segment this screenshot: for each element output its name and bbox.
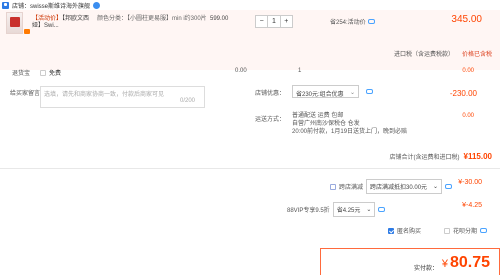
item-subtotal: 345.00 — [451, 14, 482, 25]
insurance-label: 退货宝 — [12, 71, 31, 77]
tax-row: 进口税（含运费税款） 价格已含税 — [394, 49, 492, 58]
huabei-label: 花呗分期 — [453, 229, 478, 235]
tax-label: 进口税（含运费税款） — [393, 52, 454, 58]
anonymous-label: 匿名购买 — [397, 229, 422, 235]
quantity-input[interactable]: 1 — [267, 16, 281, 27]
shipping-line-1: 普通配送 运费 包邮 — [292, 113, 344, 119]
vip-select[interactable]: 省4.25元 ⌄ — [332, 202, 376, 217]
section-divider — [0, 168, 500, 169]
shipping-line-3: 20:00前付款，1月19日送货上门，晚到必赔 — [292, 129, 408, 135]
cross-store-amount: ¥-30.00 — [458, 179, 482, 186]
coupon-info-icon[interactable] — [366, 89, 373, 94]
unit-price: 599.00 — [210, 16, 229, 22]
currency-symbol: ¥ — [441, 258, 448, 270]
cross-store-info-icon[interactable] — [445, 184, 453, 189]
vip-amount: ¥-4.25 — [462, 202, 482, 209]
insurance-option-label: 免费 — [49, 71, 62, 77]
shop-coupon-value: 省230元:组合优惠 — [296, 92, 344, 98]
shop-name-link[interactable]: swisse斯维诗海外旗舰 — [30, 1, 90, 10]
shop-total-label: 店铺合计(含运费和进口税) — [389, 155, 460, 161]
product-sku: 颜色分类：【小圆柱更易服】min i约300片 — [97, 16, 207, 22]
cross-store-label: 跨店满减 — [339, 185, 364, 191]
vip-info-icon[interactable] — [378, 207, 386, 212]
shipping-line-2: 自营广州南沙保税仓 仓发 — [292, 121, 360, 127]
quantity-stepper: − 1 + — [255, 15, 293, 28]
shop-coupon-amount: -230.00 — [449, 89, 477, 98]
shop-icon — [2, 1, 9, 9]
decrease-button[interactable]: − — [256, 16, 267, 27]
shipping-details: 普通配送 运费 包邮 自营广州南沙保税仓 仓发 20:00前付款，1月19日送货… — [292, 112, 442, 136]
huabei-info-icon[interactable] — [480, 228, 488, 233]
message-bubble-icon[interactable] — [367, 19, 375, 24]
insurance-price: 0.00 — [235, 68, 247, 74]
promo-tag: 【活动价】 — [32, 16, 63, 22]
product-title[interactable]: 【活动价】【邦欧文西娅】Swi... — [32, 16, 92, 30]
shipping-amount: 0.00 — [462, 113, 474, 119]
payment-amount: ¥80.75 — [442, 254, 490, 272]
chat-icon[interactable] — [93, 1, 101, 9]
shipping-label: 运送方式： — [255, 117, 286, 123]
chevron-down-icon: ⌄ — [366, 207, 372, 213]
discount-info: 省254:活动价 — [330, 17, 375, 26]
product-thumbnail[interactable] — [6, 12, 23, 34]
chevron-down-icon: ⌄ — [433, 184, 439, 190]
payment-label: 实付款： — [413, 266, 438, 272]
anonymous-checkbox[interactable] — [388, 227, 394, 234]
vip-value: 省4.25元 — [336, 208, 361, 214]
insurance-total: 0.00 — [462, 68, 474, 74]
shop-header: 店铺： swisse斯维诗海外旗舰 — [0, 0, 500, 10]
insurance-option[interactable]: 免费 — [40, 68, 61, 77]
shop-coupon-select[interactable]: 省230元:组合优惠 ⌄ — [292, 85, 359, 98]
cross-store-checkbox[interactable] — [330, 183, 336, 190]
increase-button[interactable]: + — [281, 16, 292, 27]
cross-store-value: 跨店满减抵扣30.00元 — [370, 185, 428, 191]
shop-coupon-label: 店铺优惠： — [255, 91, 286, 97]
shop-label: 店铺： — [12, 3, 31, 10]
insurance-checkbox[interactable] — [40, 69, 46, 76]
coupon-icon — [24, 29, 30, 34]
message-char-count: 0/200 — [180, 98, 196, 104]
vip-label: 88VIP专享9.5折 — [287, 208, 330, 214]
shop-total: 店铺合计(含运费和进口税) ¥115.00 — [390, 152, 492, 161]
vip-discount: 88VIP专享9.5折 省4.25元 ⌄ — [287, 202, 386, 217]
message-input[interactable]: 选填，请先和商家协商一致，付款后商家可见 — [40, 86, 205, 108]
chevron-down-icon: ⌄ — [349, 90, 355, 96]
shop-total-value: ¥115.00 — [463, 152, 492, 161]
insurance-qty: 1 — [298, 68, 302, 74]
discount-text: 省254:活动价 — [330, 20, 366, 26]
cross-store-discount: 跨店满减 跨店满减抵扣30.00元 ⌄ — [330, 179, 453, 194]
anonymous-option[interactable]: 匿名购买 — [388, 226, 421, 235]
cross-store-select[interactable]: 跨店满减抵扣30.00元 ⌄ — [366, 179, 443, 194]
huabei-option[interactable]: 花呗分期 — [444, 226, 488, 235]
huabei-checkbox[interactable] — [444, 227, 450, 234]
tax-included: 价格已含税 — [461, 52, 492, 58]
payment-value: 80.75 — [449, 254, 490, 271]
